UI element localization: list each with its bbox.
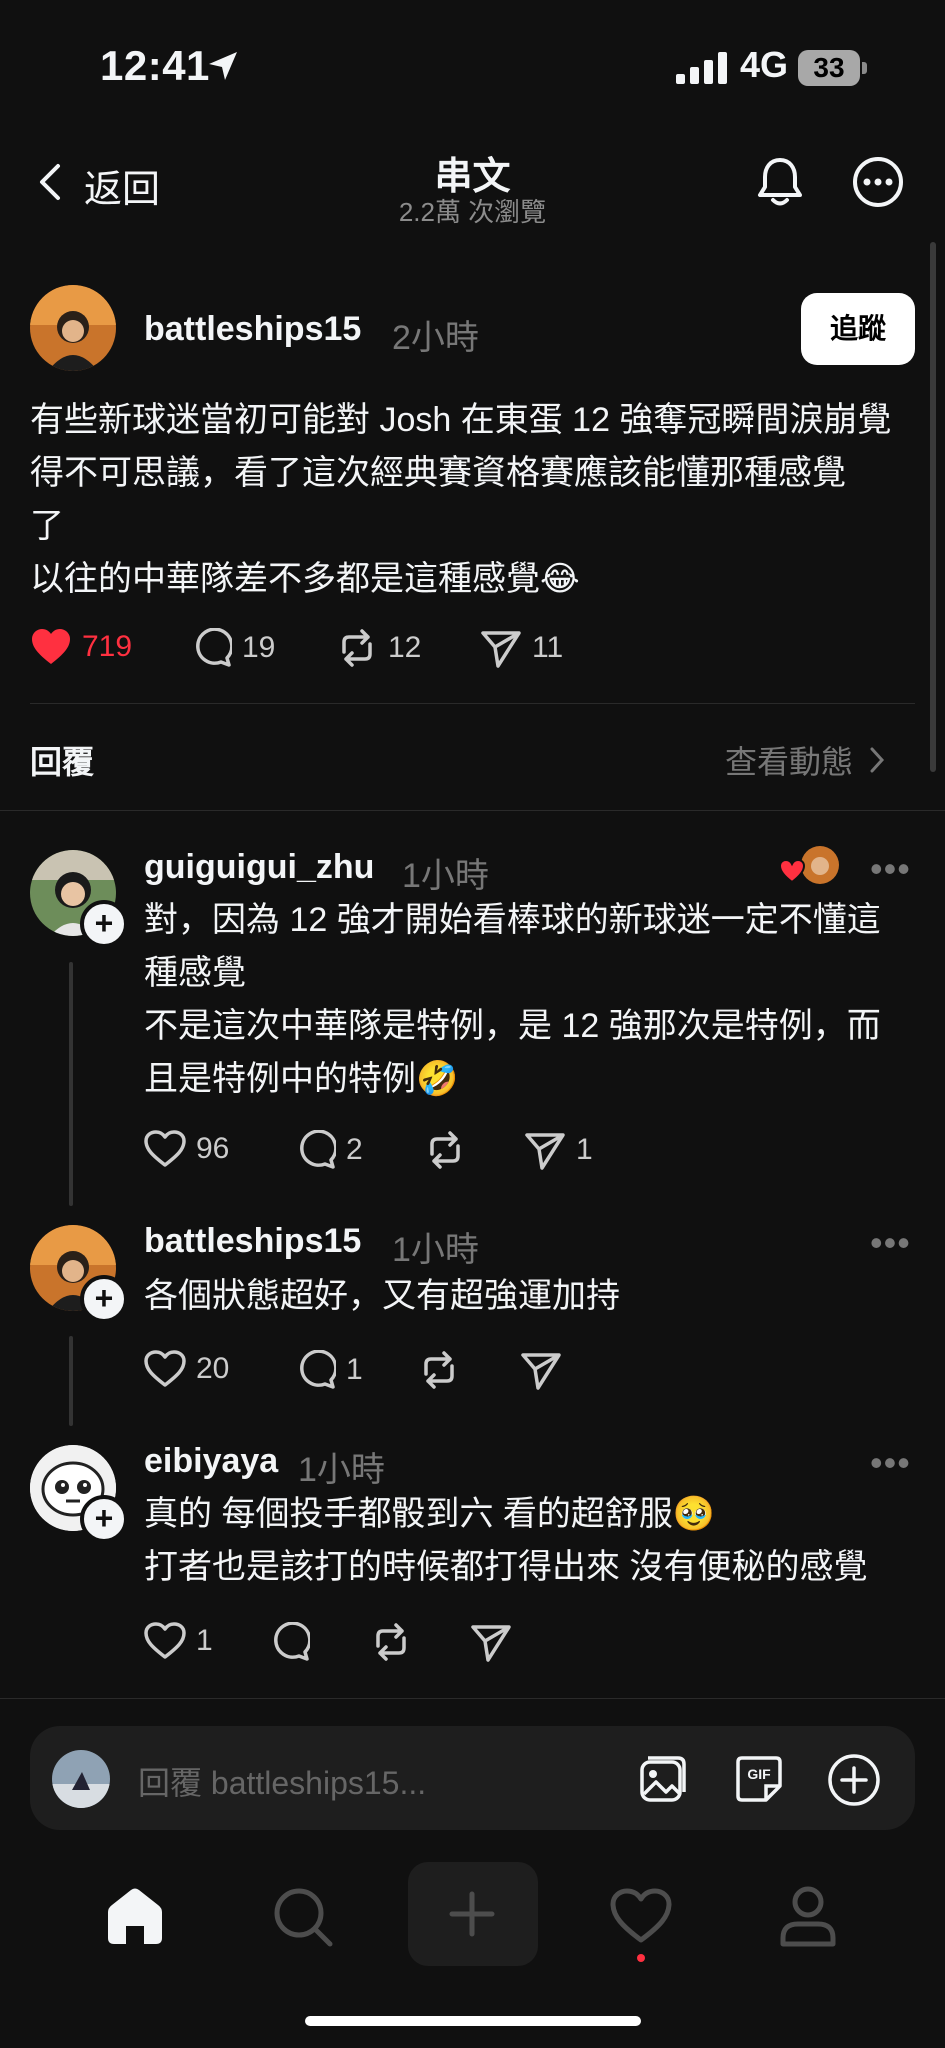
paper-plane-icon <box>521 1353 561 1390</box>
reply-username[interactable]: guiguigui_zhu <box>144 848 374 887</box>
repost-icon <box>424 1351 454 1389</box>
heart-outline-icon <box>144 1622 186 1659</box>
follow-button[interactable]: 追蹤 <box>801 293 915 365</box>
search-icon[interactable] <box>272 1886 334 1948</box>
repost-icon <box>376 1623 406 1661</box>
post-time: 2小時 <box>392 319 479 357</box>
speech-bubble-icon <box>274 1622 310 1661</box>
add-circle-icon[interactable] <box>826 1752 882 1808</box>
reply-time: 1小時 <box>402 857 489 895</box>
comment-button[interactable]: 2 <box>296 1130 363 1170</box>
share-count: 1 <box>576 1133 593 1166</box>
gif-icon[interactable]: GIF <box>732 1752 786 1806</box>
author-liked-icon <box>780 846 839 884</box>
like-count: 719 <box>82 630 133 663</box>
repost-button[interactable] <box>370 1622 412 1662</box>
post-text: 有些新球迷當初可能對 Josh 在東蛋 12 強奪冠瞬間淚崩覺 得不可思議，看了… <box>30 401 892 598</box>
more-options-icon[interactable] <box>852 156 904 208</box>
repost-button[interactable] <box>424 1130 466 1170</box>
reply-text: 真的 每個投手都骰到六 看的超舒服🥹 打者也是該打的時候都打得出來 沒有便秘的感… <box>144 1495 868 1586</box>
bell-icon[interactable] <box>752 154 808 210</box>
share-button[interactable]: 11 <box>480 628 563 668</box>
comment-button[interactable] <box>270 1622 310 1662</box>
home-indicator[interactable] <box>305 2016 641 2026</box>
share-button[interactable] <box>470 1622 512 1662</box>
reply-more-icon[interactable]: ••• <box>870 1442 911 1484</box>
comment-count: 2 <box>346 1133 363 1166</box>
like-button[interactable]: 719 <box>30 628 132 666</box>
replies-label: 回覆 <box>30 744 95 780</box>
follow-plus-badge[interactable]: + <box>80 1495 128 1543</box>
post-author-avatar[interactable] <box>30 285 116 371</box>
plus-icon <box>449 1891 495 1937</box>
reply-more-icon[interactable]: ••• <box>870 848 911 890</box>
view-activity-label: 查看動態 <box>725 744 854 780</box>
network-type: 4G <box>740 44 789 85</box>
signal-icon <box>676 52 727 84</box>
thread-line <box>69 1336 73 1426</box>
repost-button[interactable] <box>418 1350 460 1390</box>
like-count: 96 <box>196 1132 230 1165</box>
home-icon[interactable] <box>104 1886 166 1946</box>
paper-plane-icon <box>471 1625 511 1662</box>
share-button[interactable] <box>520 1350 562 1390</box>
activity-heart-icon[interactable] <box>610 1888 672 1944</box>
repost-count: 12 <box>388 631 422 664</box>
speech-bubble-icon <box>196 628 232 667</box>
divider <box>0 810 945 811</box>
divider <box>0 1698 945 1699</box>
reply-text: 對，因為 12 強才開始看棒球的新球迷一定不懂這 種感覺 不是這次中華隊是特例，… <box>144 901 881 1098</box>
repost-button[interactable]: 12 <box>336 628 421 668</box>
comment-count: 1 <box>346 1353 363 1386</box>
battery-tip <box>862 62 867 74</box>
location-arrow-icon <box>209 52 237 80</box>
comment-button[interactable]: 1 <box>296 1350 363 1390</box>
reply-time: 1小時 <box>298 1451 385 1489</box>
svg-text:GIF: GIF <box>747 1766 771 1782</box>
like-button[interactable]: 20 <box>144 1350 229 1388</box>
reply-username[interactable]: eibiyaya <box>144 1442 278 1481</box>
status-time: 12:41 <box>100 42 210 89</box>
share-count: 11 <box>532 631 564 664</box>
comment-button[interactable]: 19 <box>192 628 275 668</box>
chevron-right-icon <box>870 747 885 773</box>
reply-more-icon[interactable]: ••• <box>870 1222 911 1264</box>
paper-plane-icon <box>525 1133 565 1170</box>
thread-line <box>69 962 73 1206</box>
heart-outline-icon <box>144 1350 186 1387</box>
like-button[interactable]: 1 <box>144 1622 213 1660</box>
comment-count: 19 <box>242 631 276 664</box>
reply-text: 各個狀態超好，又有超強運加持 <box>144 1277 620 1315</box>
battery-level: 33 <box>798 50 860 86</box>
share-button[interactable]: 1 <box>524 1130 593 1170</box>
reply-username[interactable]: battleships15 <box>144 1222 361 1261</box>
profile-icon[interactable] <box>778 1884 838 1948</box>
reply-input[interactable]: 回覆 battleships15... <box>138 1758 426 1804</box>
like-count: 1 <box>196 1624 213 1657</box>
view-activity-link[interactable]: 查看動態 <box>725 737 885 783</box>
speech-bubble-icon <box>300 1350 336 1389</box>
post-username[interactable]: battleships15 <box>144 310 361 349</box>
repost-icon <box>430 1131 460 1169</box>
like-button[interactable]: 96 <box>144 1130 229 1168</box>
repost-icon <box>342 629 372 667</box>
like-count: 20 <box>196 1352 230 1385</box>
follow-plus-badge[interactable]: + <box>80 1275 128 1323</box>
paper-plane-icon <box>481 631 521 668</box>
reply-time: 1小時 <box>392 1231 479 1269</box>
scrollbar[interactable] <box>930 242 936 772</box>
image-icon[interactable] <box>636 1752 690 1806</box>
my-avatar <box>52 1750 110 1808</box>
follow-plus-badge[interactable]: + <box>80 900 128 948</box>
speech-bubble-icon <box>300 1130 336 1169</box>
notification-dot <box>637 1954 645 1962</box>
divider <box>30 703 915 704</box>
heart-filled-icon <box>32 629 70 664</box>
heart-outline-icon <box>144 1130 186 1167</box>
